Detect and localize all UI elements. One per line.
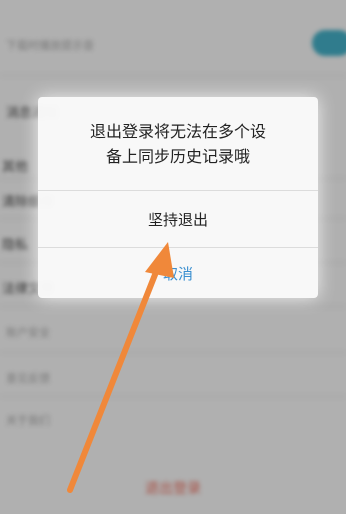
- arrow-head: [145, 242, 174, 278]
- pointer-arrow-icon: [67, 242, 174, 493]
- arrow-shaft: [67, 259, 163, 493]
